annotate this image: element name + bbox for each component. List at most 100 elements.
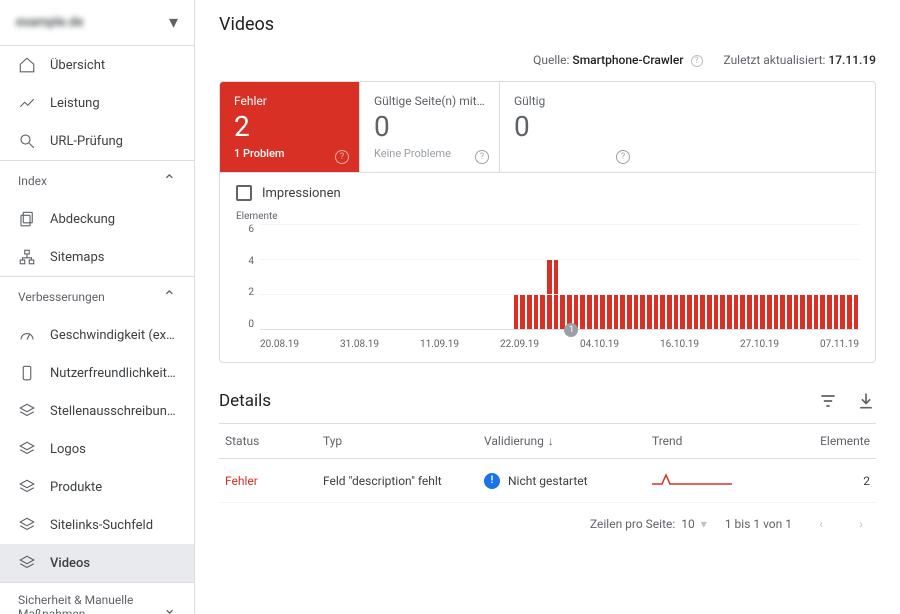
help-icon[interactable]: ? xyxy=(616,150,630,164)
sidebar-item-label: Sitelinks-Suchfeld xyxy=(50,518,153,533)
col-elements[interactable]: Elemente xyxy=(800,434,870,448)
sidebar-item-coverage[interactable]: Abdeckung xyxy=(0,200,194,238)
sidebar-item-videos[interactable]: Videos xyxy=(0,544,194,582)
layers-icon xyxy=(18,554,36,572)
col-type[interactable]: Typ xyxy=(323,434,476,448)
main-content: Videos Quelle: Smartphone-Crawler ? Zule… xyxy=(195,0,900,614)
cell-status: Fehler xyxy=(225,474,315,488)
x-ticks: 20.08.1931.08.1911.09.1922.09.1904.10.19… xyxy=(260,334,859,354)
page-title: Videos xyxy=(219,14,876,35)
home-icon xyxy=(18,56,36,74)
table-header: Status Typ Validierung↓ Trend Elemente xyxy=(219,423,876,459)
details-title: Details xyxy=(219,391,271,411)
updated-label: Zuletzt aktualisiert: xyxy=(723,53,825,67)
sidebar-item-sitemaps[interactable]: Sitemaps xyxy=(0,238,194,276)
y-ticks: 6420 xyxy=(236,224,254,330)
sidebar-item-label: Übersicht xyxy=(50,58,105,73)
updated-value: 17.11.19 xyxy=(828,53,876,67)
card-valid-warnings[interactable]: Gültige Seite(n) mit … 0 Keine Probleme … xyxy=(360,82,500,172)
card-subtitle: Keine Probleme xyxy=(374,147,485,160)
chart: 6420 1 20.08.1931.08.1911.09.1922.09.190… xyxy=(236,224,859,354)
sidebar-item-mobile[interactable]: Nutzerfreundlichkeit auf Mo… xyxy=(0,354,194,392)
pagination: Zeilen pro Seite: 10 ▾ 1 bis 1 von 1 ‹ › xyxy=(219,503,876,545)
help-icon[interactable]: ? xyxy=(335,150,349,164)
sitemap-icon xyxy=(18,248,36,266)
sidebar-item-label: Nutzerfreundlichkeit auf Mo… xyxy=(50,366,176,381)
sidebar-item-label: Leistung xyxy=(50,96,100,111)
chevron-down-icon[interactable]: ▾ xyxy=(701,517,707,531)
trend-icon xyxy=(18,94,36,112)
cell-elements: 2 xyxy=(800,474,870,488)
impressions-checkbox[interactable] xyxy=(236,185,252,201)
col-trend[interactable]: Trend xyxy=(652,434,792,448)
sort-down-icon: ↓ xyxy=(548,434,554,448)
layers-icon xyxy=(18,516,36,534)
download-icon[interactable] xyxy=(856,391,876,411)
cell-validation: ! Nicht gestartet xyxy=(484,473,644,489)
table-row[interactable]: Fehler Feld "description" fehlt ! Nicht … xyxy=(219,459,876,503)
sidebar-section-index[interactable]: Index ⌃ xyxy=(0,160,194,200)
chevron-down-icon: ▾ xyxy=(169,12,178,33)
card-value: 2 xyxy=(234,110,345,143)
info-icon: ! xyxy=(484,473,500,489)
card-valid[interactable]: Gültig 0 ? xyxy=(500,82,640,172)
card-subtitle: 1 Problem xyxy=(234,147,345,160)
filter-icon[interactable] xyxy=(818,391,838,411)
sidebar-item-products[interactable]: Produkte xyxy=(0,468,194,506)
sidebar-item-url-inspection[interactable]: URL-Prüfung xyxy=(0,122,194,160)
sidebar-item-sitelinks[interactable]: Sitelinks-Suchfeld xyxy=(0,506,194,544)
sidebar-item-label: URL-Prüfung xyxy=(50,134,123,149)
sidebar-item-label: Produkte xyxy=(50,480,102,495)
sidebar-item-speed[interactable]: Geschwindigkeit (experime… xyxy=(0,316,194,354)
sidebar-item-jobs[interactable]: Stellenausschreibungen xyxy=(0,392,194,430)
details-section: Details Status Typ Validierung↓ Trend El… xyxy=(219,385,876,545)
sidebar-item-label: Logos xyxy=(50,442,86,457)
status-cards: Fehler 2 1 Problem ? Gültige Seite(n) mi… xyxy=(219,81,876,173)
layers-icon xyxy=(18,478,36,496)
col-status[interactable]: Status xyxy=(225,434,315,448)
layers-icon xyxy=(18,440,36,458)
page-range: 1 bis 1 von 1 xyxy=(725,517,792,531)
chevron-up-icon: ⌃ xyxy=(163,171,176,190)
section-label: Index xyxy=(18,174,47,188)
property-selector[interactable]: example.de ▾ xyxy=(0,0,194,46)
sidebar: example.de ▾ Übersicht Leistung URL-Prüf… xyxy=(0,0,195,614)
property-name: example.de xyxy=(16,15,83,30)
section-label: Sicherheit & Manuelle Maßnahmen xyxy=(18,593,163,614)
rpp-label: Zeilen pro Seite: xyxy=(590,517,675,531)
source-value: Smartphone-Crawler xyxy=(572,53,683,67)
layers-icon xyxy=(18,402,36,420)
mobile-icon xyxy=(18,364,36,382)
help-icon[interactable]: ? xyxy=(475,150,489,164)
gauge-icon xyxy=(18,326,36,344)
page-header: Videos xyxy=(195,0,900,45)
col-validation[interactable]: Validierung↓ xyxy=(484,434,644,448)
chart-plot: 1 xyxy=(260,224,859,330)
sidebar-item-label: Stellenausschreibungen xyxy=(50,404,176,419)
sidebar-item-logos[interactable]: Logos xyxy=(0,430,194,468)
chevron-down-icon: ⌃ xyxy=(163,598,176,614)
card-title: Fehler xyxy=(234,94,345,108)
sidebar-section-security[interactable]: Sicherheit & Manuelle Maßnahmen ⌃ xyxy=(0,582,194,614)
sidebar-item-performance[interactable]: Leistung xyxy=(0,84,194,122)
sidebar-item-label: Abdeckung xyxy=(50,212,115,227)
prev-page-button[interactable]: ‹ xyxy=(810,513,832,535)
card-value: 0 xyxy=(374,110,485,143)
card-errors[interactable]: Fehler 2 1 Problem ? xyxy=(220,82,360,172)
copy-icon xyxy=(18,210,36,228)
card-value: 0 xyxy=(514,110,626,143)
source-label: Quelle: xyxy=(533,53,569,67)
search-icon xyxy=(18,132,36,150)
next-page-button[interactable]: › xyxy=(850,513,872,535)
section-label: Verbesserungen xyxy=(18,290,105,304)
sidebar-item-label: Videos xyxy=(50,556,90,571)
sidebar-section-enhancements[interactable]: Verbesserungen ⌃ xyxy=(0,276,194,316)
sidebar-item-label: Geschwindigkeit (experime… xyxy=(50,328,176,343)
sidebar-item-overview[interactable]: Übersicht xyxy=(0,46,194,84)
help-icon[interactable]: ? xyxy=(691,55,703,67)
cell-trend xyxy=(652,469,792,492)
cell-type: Feld "description" fehlt xyxy=(323,474,476,488)
sidebar-item-label: Sitemaps xyxy=(50,250,105,265)
impressions-label: Impressionen xyxy=(262,186,341,201)
rpp-value[interactable]: 10 xyxy=(681,517,695,531)
